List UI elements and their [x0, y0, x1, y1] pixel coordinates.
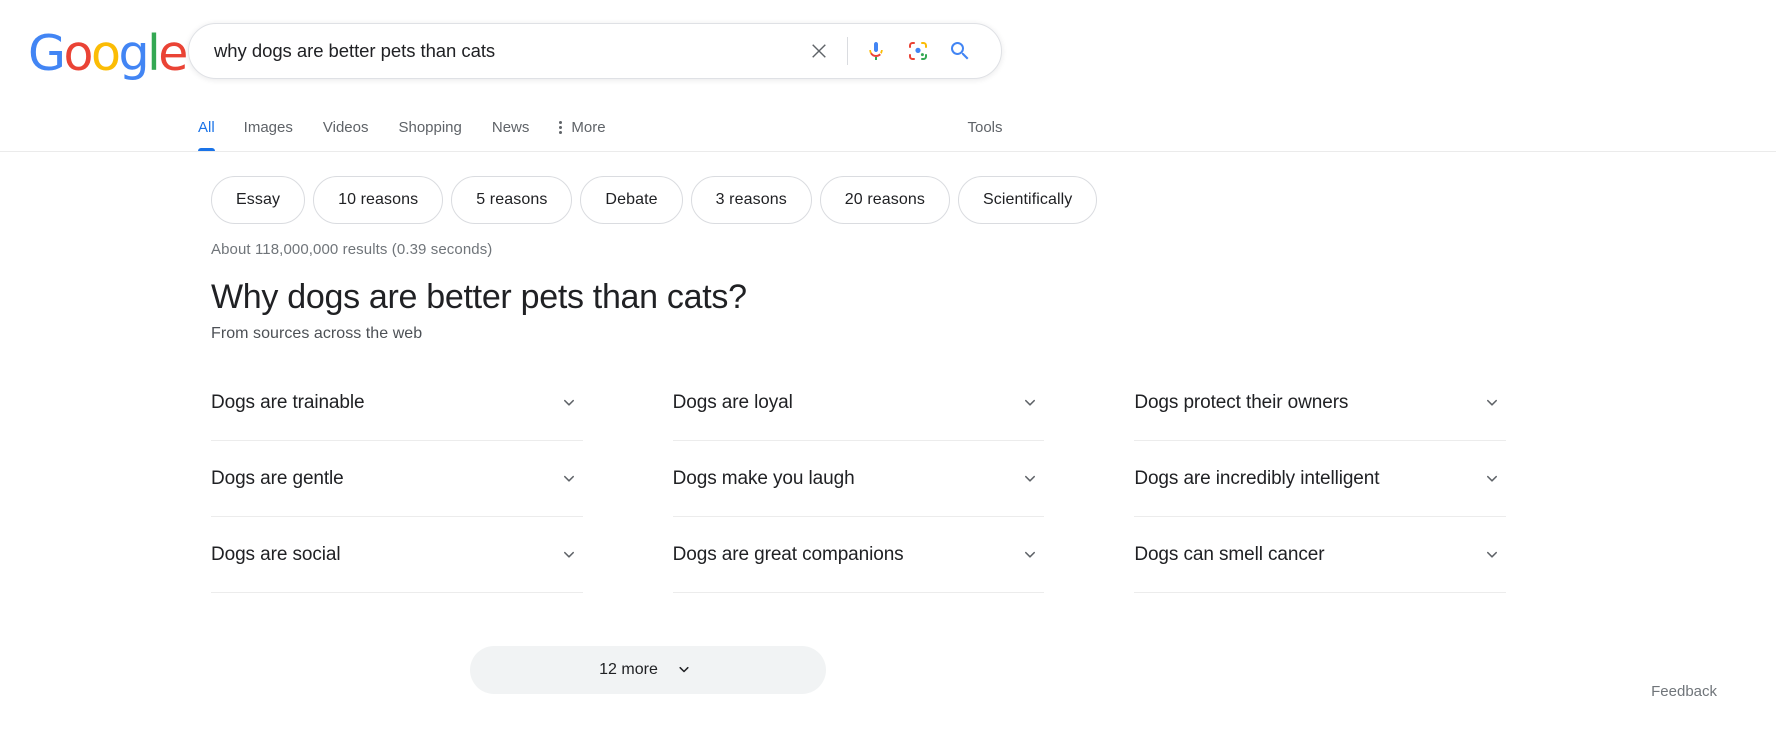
mic-icon [869, 42, 883, 60]
filter-chip-3-reasons[interactable]: 3 reasons [690, 176, 812, 224]
tab-more[interactable]: More [544, 104, 620, 151]
microphone-icon[interactable] [855, 30, 897, 72]
accordion-item-label: Dogs are incredibly intelligent [1134, 467, 1380, 489]
accordion-item-label: Dogs are great companions [672, 543, 904, 565]
search-bar [188, 23, 1002, 79]
tab-videos[interactable]: Videos [308, 104, 384, 151]
accordion-item[interactable]: Dogs are social [211, 517, 583, 593]
search-submit-icon[interactable] [939, 30, 981, 72]
chevron-down-icon[interactable] [1018, 543, 1042, 567]
chevron-down-icon[interactable] [557, 467, 581, 491]
result-stats: About 118,000,000 results (0.39 seconds) [211, 241, 493, 258]
logo-letter-1: o [63, 25, 93, 82]
show-more-button[interactable]: 12 more [469, 646, 826, 694]
chevron-down-icon[interactable] [1018, 467, 1042, 491]
clear-icon[interactable] [798, 30, 840, 72]
more-dots-icon [559, 121, 563, 134]
chip-label: 5 reasons [476, 191, 548, 208]
search-input[interactable] [189, 40, 798, 62]
accordion-item[interactable]: Dogs are gentle [211, 441, 583, 517]
chevron-down-icon[interactable] [1480, 543, 1504, 567]
accordion-item-label: Dogs are social [211, 543, 341, 565]
chevron-down-icon[interactable] [1480, 467, 1504, 491]
tab-news[interactable]: News [477, 104, 545, 151]
panel-subtitle: From sources across the web [211, 325, 423, 342]
search-actions [798, 30, 1001, 72]
search-nav-bar: All Images Videos Shopping News More Tools [0, 104, 1776, 152]
tab-shopping[interactable]: Shopping [383, 104, 476, 151]
chevron-down-icon[interactable] [1480, 391, 1504, 415]
close-icon [812, 44, 826, 58]
filter-chip-10-reasons[interactable]: 10 reasons [313, 176, 444, 224]
main-content: Why dogs are better pets than cats? From… [0, 258, 1776, 694]
magnifier-icon [951, 42, 969, 60]
filter-chip-essay[interactable]: Essay [211, 176, 306, 224]
logo-letter-4: l [147, 25, 161, 82]
logo-letter-5: e [158, 25, 188, 82]
accordion-item-label: Dogs are gentle [211, 467, 344, 489]
search-box [188, 23, 1002, 79]
chevron-down-icon[interactable] [557, 391, 581, 415]
accordion-item-label: Dogs are trainable [211, 391, 365, 413]
chevron-down-icon[interactable] [557, 543, 581, 567]
chip-label: 3 reasons [715, 191, 787, 208]
filter-chip-scientifically[interactable]: Scientifically [957, 176, 1098, 224]
accordion-item[interactable]: Dogs protect their owners [1134, 365, 1506, 441]
chevron-down-icon [672, 658, 696, 682]
logo-letter-3: g [118, 25, 149, 82]
search-divider [847, 37, 848, 65]
chip-label: Essay [236, 191, 281, 208]
page-header: Google [0, 0, 1776, 104]
filter-chip-5-reasons[interactable]: 5 reasons [451, 176, 573, 224]
accordion-item[interactable]: Dogs are great companions [672, 517, 1045, 593]
accordion-item-label: Dogs protect their owners [1134, 391, 1349, 413]
tab-label: Shopping [398, 119, 462, 136]
accordion-item-label: Dogs make you laugh [672, 467, 855, 489]
page-title: Why dogs are better pets than cats? [211, 278, 747, 316]
google-logo[interactable]: Google [28, 25, 188, 82]
chip-label: 20 reasons [844, 191, 925, 208]
tools-button[interactable]: Tools [925, 104, 1045, 151]
tab-label: All [198, 119, 215, 136]
tab-images[interactable]: Images [229, 104, 308, 151]
accordion-item-label: Dogs can smell cancer [1134, 543, 1325, 565]
accordion-item[interactable]: Dogs are loyal [672, 365, 1045, 441]
chip-label: 10 reasons [338, 191, 419, 208]
camera-lens-icon [909, 42, 927, 60]
logo-letter-0: G [28, 25, 66, 82]
tab-label: More [571, 119, 606, 136]
accordion-grid: Dogs are trainable Dogs are loyal Dogs pro… [211, 365, 1506, 593]
tab-all[interactable]: All [188, 104, 229, 151]
accordion-item[interactable]: Dogs are trainable [211, 365, 583, 441]
feedback-link[interactable]: Feedback [1651, 683, 1717, 700]
chip-label: Scientifically [982, 191, 1073, 208]
accordion-item[interactable]: Dogs can smell cancer [1134, 517, 1506, 593]
more-button-wrap: 12 more [0, 646, 1295, 694]
tab-label: News [491, 119, 530, 136]
filter-chips: Essay 10 reasons 5 reasons Debate 3 reasons 2… [0, 152, 1776, 224]
filter-chip-20-reasons[interactable]: 20 reasons [819, 176, 950, 224]
accordion-item-label: Dogs are loyal [672, 391, 793, 413]
filter-chip-debate[interactable]: Debate [580, 176, 683, 224]
show-more-label: 12 more [599, 661, 658, 678]
accordion-item[interactable]: Dogs make you laugh [672, 441, 1045, 517]
chip-label: Debate [605, 191, 658, 208]
logo-letter-2: o [90, 25, 121, 82]
accordion-item[interactable]: Dogs are incredibly intelligent [1134, 441, 1506, 517]
tab-label: Videos [322, 119, 369, 136]
chevron-down-icon[interactable] [1018, 391, 1042, 415]
tab-label: Images [243, 119, 293, 136]
lens-icon[interactable] [897, 30, 939, 72]
